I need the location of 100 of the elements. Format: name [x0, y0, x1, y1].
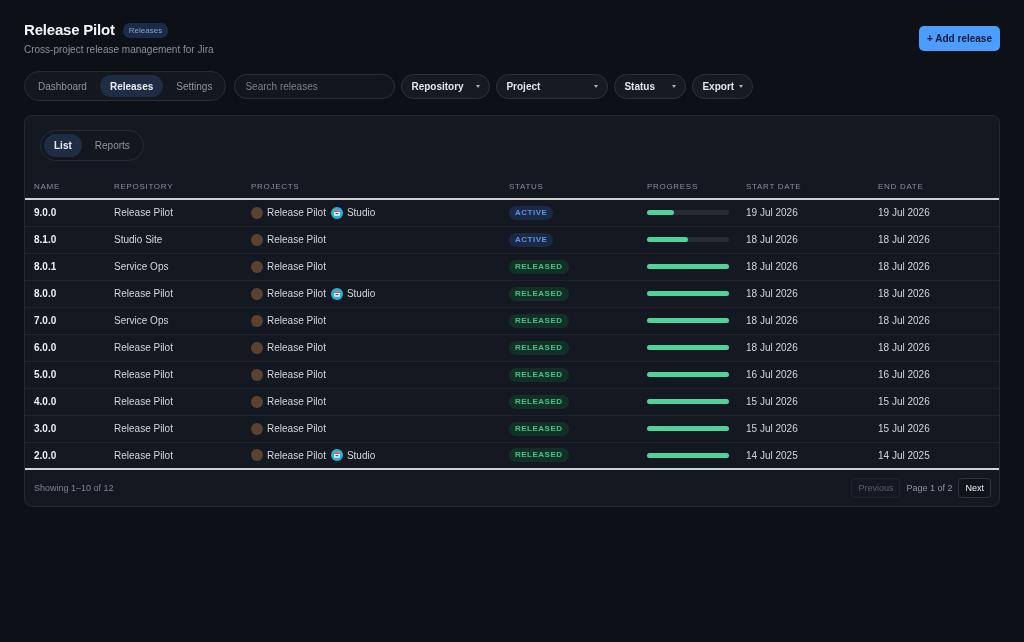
status-badge: RELEASED — [509, 367, 569, 382]
release-name: 9.0.0 — [25, 199, 105, 226]
start-date: 15 Jul 2026 — [737, 388, 869, 415]
filter-dropdown[interactable]: Repository — [401, 73, 491, 99]
release-name: 5.0.0 — [25, 361, 105, 388]
project-name: Studio — [346, 449, 376, 461]
start-date: 16 Jul 2026 — [737, 361, 869, 388]
status-badge: ACTIVE — [509, 232, 554, 247]
project-logo-icon — [330, 449, 343, 462]
start-date: 18 Jul 2026 — [737, 280, 869, 307]
column-header: REPOSITORY — [105, 174, 242, 199]
end-date: 18 Jul 2026 — [869, 334, 999, 361]
end-date: 16 Jul 2026 — [869, 361, 999, 388]
repository-name: Release Pilot — [105, 280, 242, 307]
release-name: 6.0.0 — [25, 334, 105, 361]
repository-name: Release Pilot — [105, 388, 242, 415]
status-badge: ACTIVE — [509, 205, 554, 220]
project-name: Release Pilot — [267, 288, 326, 299]
end-date: 14 Jul 2025 — [869, 442, 999, 469]
release-name: 3.0.0 — [25, 415, 105, 442]
search-field[interactable]: Search releases — [234, 73, 396, 99]
start-date: 18 Jul 2026 — [737, 334, 869, 361]
project-name: Release Pilot — [267, 207, 326, 219]
end-date: 18 Jul 2026 — [869, 226, 999, 253]
caret-icon — [476, 84, 481, 88]
column-header: NAME — [25, 174, 105, 199]
project-avatar-icon — [251, 449, 263, 462]
column-header: PROGRESS — [638, 174, 737, 199]
nav-tab[interactable]: Dashboard — [28, 75, 97, 97]
project-logo-icon — [330, 287, 343, 300]
end-date: 18 Jul 2026 — [869, 280, 999, 307]
app-title: Release Pilot — [24, 20, 115, 40]
project-avatar-icon — [251, 422, 263, 435]
start-date: 18 Jul 2026 — [737, 253, 869, 280]
status-badge: RELEASED — [509, 394, 569, 409]
column-header: END DATE — [869, 174, 999, 199]
view-tab[interactable]: Reports — [84, 134, 140, 157]
project-avatar-icon — [251, 314, 263, 327]
filter-dropdown[interactable]: Project — [496, 73, 609, 99]
release-name: 8.1.0 — [25, 226, 105, 253]
start-date: 15 Jul 2026 — [737, 415, 869, 442]
status-badge: RELEASED — [509, 313, 569, 328]
project-avatar-icon — [251, 341, 263, 354]
project-avatar-icon — [251, 260, 263, 273]
start-date: 19 Jul 2026 — [737, 199, 869, 226]
project-name: Release Pilot — [267, 423, 326, 434]
repository-name: Release Pilot — [105, 442, 242, 469]
column-header: PROJECTS — [242, 174, 500, 199]
status-badge: RELEASED — [509, 259, 569, 274]
end-date: 15 Jul 2026 — [869, 415, 999, 442]
repository-name: Service Ops — [105, 307, 242, 334]
project-name: Studio — [346, 288, 376, 299]
status-badge: RELEASED — [509, 448, 569, 463]
repository-name: Release Pilot — [105, 361, 242, 388]
release-name: 8.0.1 — [25, 253, 105, 280]
release-name: 4.0.0 — [25, 388, 105, 415]
status-badge: RELEASED — [509, 286, 569, 301]
start-date: 18 Jul 2026 — [737, 307, 869, 334]
release-name: 8.0.0 — [25, 280, 105, 307]
project-avatar-icon — [251, 287, 263, 300]
repository-name: Studio Site — [105, 226, 242, 253]
project-avatar-icon — [251, 368, 263, 381]
project-name: Studio — [346, 207, 376, 219]
project-name: Release Pilot — [267, 369, 326, 380]
start-date: 14 Jul 2025 — [737, 442, 869, 469]
status-badge: RELEASED — [509, 340, 569, 355]
caret-icon — [672, 84, 677, 88]
project-avatar-icon — [251, 206, 263, 219]
project-name: Release Pilot — [267, 234, 326, 245]
end-date: 18 Jul 2026 — [869, 307, 999, 334]
results-summary: Showing 1–10 of 12 — [34, 483, 114, 493]
project-name: Release Pilot — [267, 342, 326, 353]
repository-name: Service Ops — [105, 253, 242, 280]
release-name: 2.0.0 — [25, 442, 105, 469]
project-avatar-icon — [251, 233, 263, 246]
section-badge: Releases — [122, 22, 169, 38]
nav-tab[interactable]: Settings — [166, 75, 223, 97]
app-subtitle: Cross-project release management for Jira — [24, 44, 214, 56]
end-date: 18 Jul 2026 — [869, 253, 999, 280]
caret-icon — [739, 84, 744, 88]
repository-name: Release Pilot — [105, 199, 242, 226]
project-logo-icon — [330, 206, 343, 219]
nav-tab[interactable]: Releases — [99, 75, 164, 97]
view-tab[interactable]: List — [44, 134, 82, 157]
project-avatar-icon — [251, 395, 263, 408]
end-date: 15 Jul 2026 — [869, 388, 999, 415]
release-name: 7.0.0 — [25, 307, 105, 334]
filter-dropdown[interactable]: Status — [614, 73, 687, 99]
column-header: START DATE — [737, 174, 869, 199]
start-date: 18 Jul 2026 — [737, 226, 869, 253]
filter-dropdown[interactable]: Export — [692, 73, 754, 99]
end-date: 19 Jul 2026 — [869, 199, 999, 226]
caret-icon — [594, 84, 599, 88]
repository-name: Release Pilot — [105, 415, 242, 442]
add-release-button[interactable]: + Add release — [919, 26, 1000, 51]
repository-name: Release Pilot — [105, 334, 242, 361]
status-badge: RELEASED — [509, 421, 569, 436]
project-name: Release Pilot — [267, 396, 326, 407]
next-button[interactable]: Next — [958, 478, 991, 498]
project-name: Release Pilot — [267, 449, 326, 461]
